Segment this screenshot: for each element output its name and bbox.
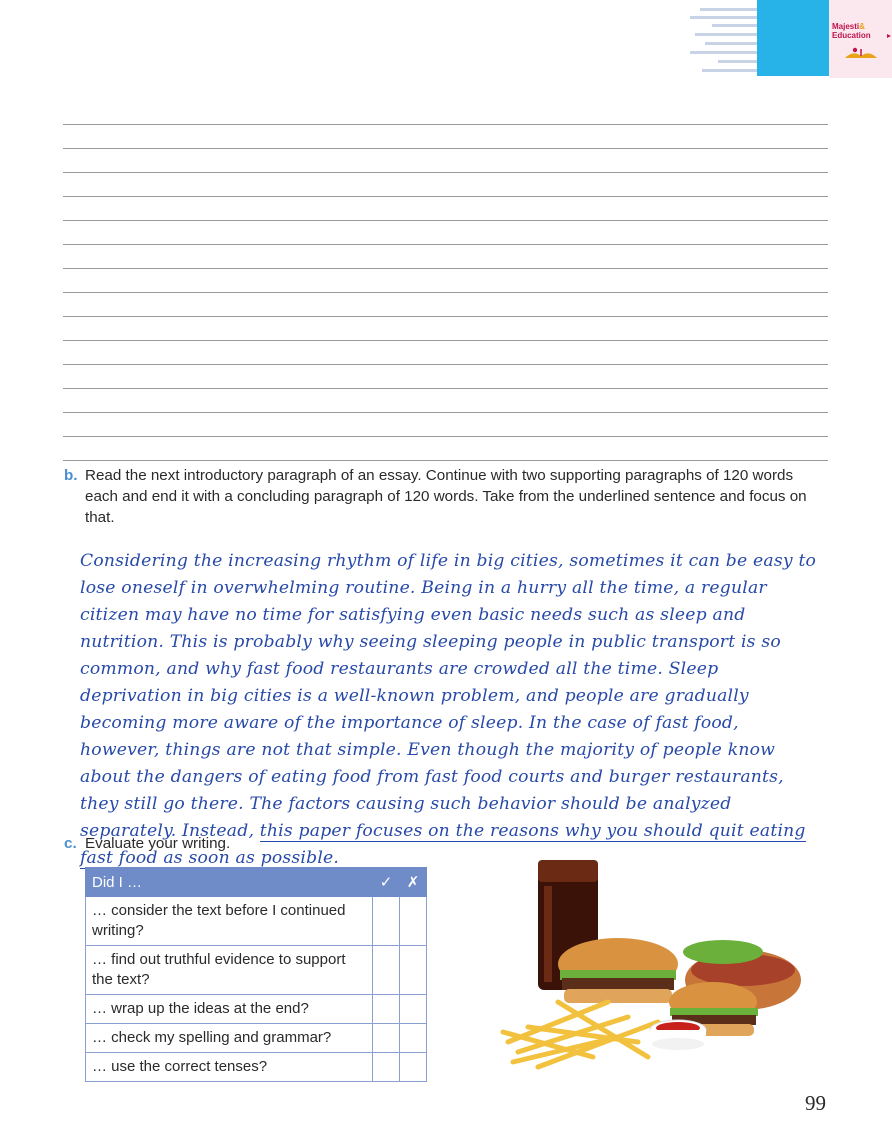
header-blue-tab (757, 0, 829, 76)
task-c-instruction: Evaluate your writing. (85, 835, 231, 852)
handwritten-paragraph: Considering the increasing rhythm of lif… (80, 548, 820, 872)
writing-line[interactable] (63, 244, 828, 268)
logo-arrow-icon (887, 34, 891, 38)
cross-box[interactable] (399, 1052, 427, 1082)
page-number: 99 (805, 1091, 826, 1115)
task-c-letter: c. (64, 835, 77, 852)
cross-box[interactable] (399, 945, 427, 995)
cross-box[interactable] (399, 896, 427, 946)
writing-line[interactable] (63, 340, 828, 364)
writing-line[interactable] (63, 220, 828, 244)
writing-line[interactable] (63, 292, 828, 316)
table-row-question: … find out truthful evidence to support … (85, 945, 373, 995)
writing-line[interactable] (63, 364, 828, 388)
table-header-question: Did I … (85, 867, 373, 897)
table-header-row: Did I … ✓ ✗ (85, 867, 427, 897)
cross-box[interactable] (399, 994, 427, 1024)
check-box[interactable] (372, 1052, 400, 1082)
writing-line[interactable] (63, 124, 828, 148)
cross-box[interactable] (399, 1023, 427, 1053)
writing-line[interactable] (63, 460, 828, 461)
table-row: … consider the text before I continued w… (85, 896, 427, 946)
cross-column-header: ✗ (399, 867, 427, 897)
table-row-question: … wrap up the ideas at the end? (85, 994, 373, 1024)
writing-line[interactable] (63, 268, 828, 292)
task-b: b. Read the next introductory paragraph … (64, 465, 816, 528)
writing-line[interactable] (63, 148, 828, 172)
check-box[interactable] (372, 994, 400, 1024)
writing-line[interactable] (63, 388, 828, 412)
table-row-question: … consider the text before I continued w… (85, 896, 373, 946)
writing-line[interactable] (63, 316, 828, 340)
writing-line[interactable] (63, 412, 828, 436)
writing-line[interactable] (63, 196, 828, 220)
logo-text: Majesti& Education (832, 22, 871, 40)
check-box[interactable] (372, 1023, 400, 1053)
handwritten-text: Considering the increasing rhythm of lif… (80, 551, 817, 841)
check-box[interactable] (372, 896, 400, 946)
evaluation-table: Did I … ✓ ✗ … consider the text before I… (85, 867, 427, 1082)
fast-food-image (500, 860, 801, 1070)
task-b-letter: b. (64, 467, 78, 484)
table-row-question: … check my spelling and grammar? (85, 1023, 373, 1053)
check-box[interactable] (372, 945, 400, 995)
table-row: … use the correct tenses? (85, 1052, 427, 1082)
task-b-instruction: Read the next introductory paragraph of … (85, 467, 807, 526)
table-row: … check my spelling and grammar? (85, 1023, 427, 1053)
publisher-logo: Majesti& Education (829, 0, 892, 78)
header-streaks (690, 0, 760, 80)
check-column-header: ✓ (372, 867, 400, 897)
task-c: c. Evaluate your writing. (64, 833, 816, 854)
table-row-question: … use the correct tenses? (85, 1052, 373, 1082)
table-row: … find out truthful evidence to support … (85, 945, 427, 995)
logo-book-icon (845, 47, 877, 58)
writing-line[interactable] (63, 436, 828, 460)
writing-line[interactable] (63, 172, 828, 196)
table-row: … wrap up the ideas at the end? (85, 994, 427, 1024)
writing-lines[interactable] (63, 124, 828, 461)
